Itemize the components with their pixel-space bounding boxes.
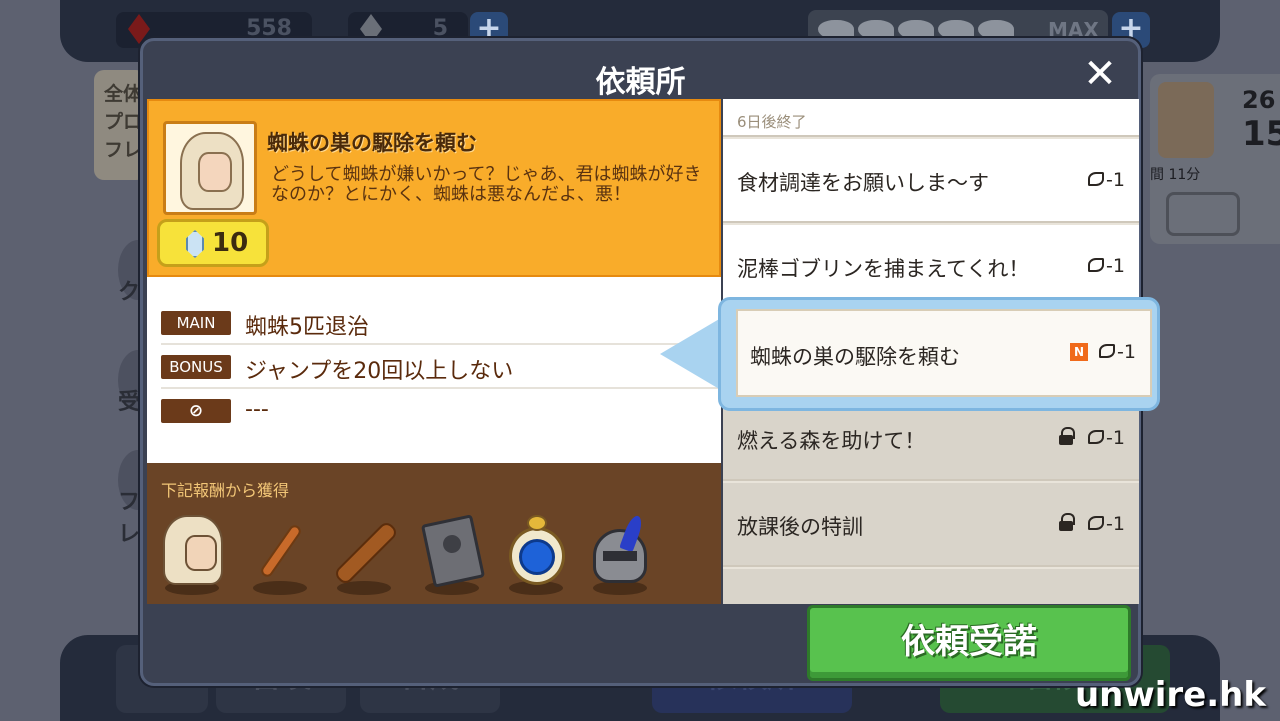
spellbook-icon[interactable] (415, 514, 489, 595)
quest-deadline: 6日後終了 (737, 113, 807, 131)
wing-cost-icon (1088, 430, 1105, 444)
close-icon[interactable]: ✕ (1080, 54, 1120, 95)
bg-hero-panel: 26 15 間 11分 (1150, 74, 1280, 244)
wing-cost-icon (1099, 344, 1116, 358)
hero-portrait-icon[interactable] (155, 515, 229, 595)
wing-icon (938, 20, 974, 40)
quest-giver-portrait (163, 121, 257, 215)
dialog-title: 依頼所 (595, 65, 686, 100)
quest-list-item[interactable]: 放課後の特訓 -1 (723, 483, 1139, 567)
selection-pointer (660, 315, 726, 393)
crystal-icon (186, 230, 204, 258)
request-board-dialog: 依頼所 ✕ 10 蜘蛛の巣の駆除を頼む どうして蜘蛛が嫌いかって？じゃあ、君は蜘… (140, 38, 1160, 686)
condition-text: ジャンプを20回以上しない (245, 359, 514, 384)
wing-cost-icon (1088, 516, 1105, 530)
reward-label: 下記報酬から獲得 (161, 481, 290, 500)
condition-bonus: BONUS ジャンプを20回以上しない (161, 345, 721, 389)
wing-icon (898, 20, 934, 40)
condition-tag: BONUS (161, 355, 231, 379)
condition-tag: MAIN (161, 311, 231, 335)
wing-icon (858, 20, 894, 40)
gem-reward-badge: 10 (157, 219, 269, 267)
quest-list-item[interactable]: 食材調達をお願いしま〜す -1 (723, 139, 1139, 223)
condition-text: 蜘蛛5匹退治 (245, 315, 369, 340)
accept-request-button[interactable]: 依頼受諾 (807, 605, 1131, 681)
stick-icon[interactable] (243, 515, 317, 595)
watermark: unwire.hk (1074, 675, 1266, 715)
reward-section: 下記報酬から獲得 (147, 463, 721, 604)
wing-icon (978, 20, 1014, 40)
quest-list-item-partial (723, 569, 1139, 604)
prohibited-icon: ⊘ (161, 399, 231, 423)
condition-main: MAIN 蜘蛛5匹退治 (161, 301, 721, 345)
cup-icon (1166, 192, 1240, 236)
quest-title: 蜘蛛の巣の駆除を頼む (267, 131, 477, 155)
blue-orb-icon[interactable] (499, 515, 573, 595)
condition-text: --- (245, 397, 269, 422)
wing-cost-icon (1088, 172, 1105, 186)
knight-helmet-icon[interactable] (583, 513, 657, 595)
quest-list-item[interactable]: -1 6日後終了 (723, 99, 1139, 137)
selected-quest-item[interactable]: 蜘蛛の巣の駆除を頼む N -1 (660, 297, 1160, 411)
new-badge: N (1070, 343, 1088, 361)
wing-icon (818, 20, 854, 40)
hero-avatar (1158, 82, 1214, 158)
wing-cost-icon (1088, 258, 1105, 272)
lock-icon (1059, 513, 1075, 531)
quest-description: どうして蜘蛛が嫌いかって？じゃあ、君は蜘蛛が好きなのか？とにかく、蜘蛛は悪なんだ… (271, 164, 702, 205)
condition-prohibited: ⊘ --- (161, 389, 721, 433)
lock-icon (1059, 427, 1075, 445)
quest-detail-pane: 10 蜘蛛の巣の駆除を頼む どうして蜘蛛が嫌いかって？じゃあ、君は蜘蛛が好きなの… (147, 99, 721, 604)
quest-header: 10 蜘蛛の巣の駆除を頼む どうして蜘蛛が嫌いかって？じゃあ、君は蜘蛛が好きなの… (147, 99, 721, 277)
branch-icon[interactable] (327, 515, 401, 595)
bg-filter-tabs: 全体 プロ フレ (94, 70, 146, 180)
